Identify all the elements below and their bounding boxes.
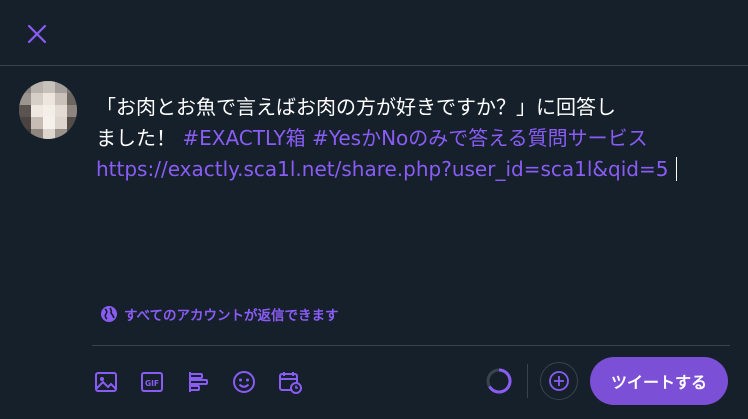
close-button[interactable] xyxy=(18,15,56,53)
tweet-button[interactable]: ツイートする xyxy=(589,357,728,405)
poll-button[interactable] xyxy=(180,364,216,400)
schedule-button[interactable] xyxy=(272,364,308,400)
gif-icon: GIF xyxy=(141,372,163,392)
hashtag-link[interactable]: #YesかNoのみで答える質問サービス xyxy=(312,126,648,150)
emoji-icon xyxy=(233,371,255,393)
add-tweet-button[interactable] xyxy=(539,362,578,400)
tweet-text-line: 「お肉とお魚で言えばお肉の方が好きですか？」に回答し xyxy=(96,95,616,119)
tweet-text-line: https://exactly.sca1l.net/share.php?user… xyxy=(96,154,736,185)
divider xyxy=(92,345,730,346)
poll-icon xyxy=(189,372,208,392)
close-icon xyxy=(27,24,47,44)
hashtag-link[interactable]: #EXACTLY箱 xyxy=(182,126,305,150)
tweet-text-plain: ました！ xyxy=(96,126,183,150)
character-counter-ring xyxy=(486,368,512,394)
avatar[interactable] xyxy=(19,81,77,139)
schedule-icon xyxy=(279,372,302,394)
compose-toolbar: GIF xyxy=(88,362,318,402)
text-caret xyxy=(676,157,678,181)
url-link[interactable]: https://exactly.sca1l.net/share.php?user… xyxy=(96,157,668,181)
svg-text:GIF: GIF xyxy=(145,379,159,388)
reply-setting-button[interactable]: すべてのアカウントが返信できます xyxy=(100,303,339,325)
tweet-compose-modal: 「お肉とお魚で言えばお肉の方が好きですか？」に回答し ました！ #EXACTLY… xyxy=(0,0,748,419)
gif-button[interactable]: GIF xyxy=(134,364,170,400)
compose-actions: ツイートする xyxy=(485,357,728,405)
modal-header xyxy=(0,0,748,66)
emoji-button[interactable] xyxy=(226,364,262,400)
toolbar-separator xyxy=(526,364,528,398)
image-icon xyxy=(95,372,117,392)
tweet-text-line: ました！ #EXACTLY箱 #YesかNoのみで答える質問サービス xyxy=(96,123,736,154)
reply-setting-label: すべてのアカウントが返信できます xyxy=(124,308,339,324)
globe-icon xyxy=(101,306,117,322)
plus-icon xyxy=(549,371,569,391)
tweet-textarea[interactable]: 「お肉とお魚で言えばお肉の方が好きですか？」に回答し ました！ #EXACTLY… xyxy=(96,92,736,185)
media-button[interactable] xyxy=(88,364,124,400)
